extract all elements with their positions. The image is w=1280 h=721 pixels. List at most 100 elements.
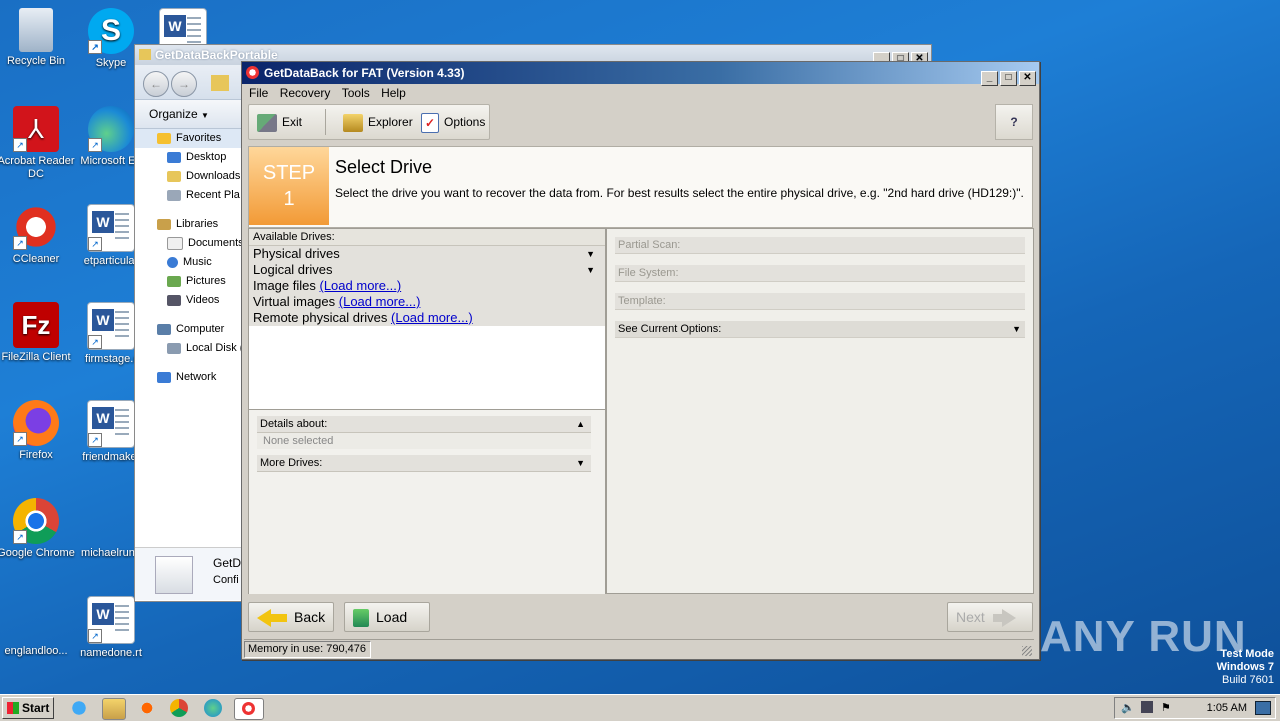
field-label: Partial Scan: xyxy=(618,239,681,251)
show-desktop-icon[interactable] xyxy=(1255,701,1271,715)
checklist-icon: ✓ xyxy=(421,112,439,133)
hard-drive-icon xyxy=(167,342,181,354)
menu-recovery[interactable]: Recovery xyxy=(280,86,331,100)
next-label: Next xyxy=(956,609,985,625)
start-label: Start xyxy=(22,701,50,715)
close-button[interactable]: ✕ xyxy=(1019,71,1036,86)
forward-arrow-icon[interactable]: → xyxy=(171,71,197,97)
nav-item-favorites[interactable]: Favorites xyxy=(135,129,243,148)
taskbar: Start 🔈 ⚑ 1:05 AM xyxy=(0,694,1280,721)
back-button[interactable]: Back xyxy=(248,602,334,632)
libraries-icon xyxy=(157,218,171,230)
desktop-icon-acrobat[interactable]: ⅄ ↗ Acrobat Reader DC xyxy=(0,106,76,181)
desktop-icon-label: englandloo... xyxy=(4,645,68,657)
explorer-taskbar-icon[interactable] xyxy=(102,698,126,720)
chrome-taskbar-icon[interactable] xyxy=(170,699,188,717)
flag-icon[interactable]: ⚑ xyxy=(1161,701,1171,714)
desktop-icon-label: friendmake. xyxy=(82,451,140,463)
details-about-header[interactable]: Details about: ▲ xyxy=(257,416,591,433)
file-system-field: File System: xyxy=(615,265,1025,282)
desktop-icon-recycle-bin[interactable]: Recycle Bin xyxy=(0,8,76,68)
edge-taskbar-icon[interactable] xyxy=(204,699,222,717)
load-more-link[interactable]: (Load more...) xyxy=(391,310,473,325)
nav-item-desktop[interactable]: Desktop xyxy=(135,148,243,167)
nav-item-libraries[interactable]: Libraries xyxy=(135,215,243,234)
network-tray-icon[interactable] xyxy=(1141,701,1153,713)
nav-label: Libraries xyxy=(176,218,219,230)
nav-item-local-disk[interactable]: Local Disk ( xyxy=(135,339,243,358)
exit-button[interactable]: Exit xyxy=(257,111,302,133)
nav-item-videos[interactable]: Videos xyxy=(135,291,243,310)
nav-label: Videos xyxy=(186,294,220,306)
system-tray: 🔈 ⚑ 1:05 AM xyxy=(1114,697,1276,719)
explorer-nav-tree: Favorites Desktop Downloads Recent Pla L… xyxy=(135,129,243,529)
desktop-icon-filezilla[interactable]: Fz FileZilla Client xyxy=(0,302,76,364)
partial-scan-field: Partial Scan: xyxy=(615,237,1025,254)
getdataback-taskbar-button[interactable] xyxy=(234,698,264,720)
chevron-down-icon: ▼ xyxy=(576,458,585,468)
nav-item-network[interactable]: Network xyxy=(135,368,243,387)
menu-file[interactable]: File xyxy=(249,86,268,100)
menu-help[interactable]: Help xyxy=(381,86,406,100)
maximize-button[interactable]: □ xyxy=(1000,71,1017,86)
more-drives-header[interactable]: More Drives: ▼ xyxy=(257,455,591,472)
load-more-link[interactable]: (Load more...) xyxy=(320,278,402,293)
app-titlebar[interactable]: GetDataBack for FAT (Version 4.33) _ □ ✕ xyxy=(242,62,1039,86)
explorer-details-pane: GetD Confi xyxy=(135,547,243,600)
nav-item-computer[interactable]: Computer xyxy=(135,320,243,339)
desktop-icon-englandloo[interactable]: englandloo... xyxy=(0,596,76,658)
getdataback-window[interactable]: GetDataBack for FAT (Version 4.33) _ □ ✕ F… xyxy=(241,61,1040,660)
minimize-button[interactable]: _ xyxy=(981,71,998,86)
desktop-icon-ccleaner[interactable]: ↗ CCleaner xyxy=(0,204,76,266)
physical-drives-item[interactable]: Physical drives ▼ xyxy=(249,246,605,262)
desktop-icon-label: Microsoft Ed xyxy=(80,155,142,167)
menu-tools[interactable]: Tools xyxy=(342,86,370,100)
nav-label: Downloads xyxy=(186,170,241,182)
desktop-icon-label: Google Chrome xyxy=(0,547,75,559)
next-button[interactable]: Next xyxy=(947,602,1033,632)
memory-status: Memory in use: 790,476 xyxy=(244,641,371,658)
desktop-icon-firefox[interactable]: ↗ Firefox xyxy=(0,400,76,462)
start-button[interactable]: Start xyxy=(2,697,54,719)
step-title: Select Drive xyxy=(335,157,433,177)
volume-icon[interactable]: 🔈 xyxy=(1121,701,1135,714)
field-label: See Current Options: xyxy=(618,323,722,335)
pictures-icon xyxy=(167,275,181,287)
image-files-item: Image files (Load more...) xyxy=(249,278,605,294)
help-button[interactable]: ? xyxy=(995,104,1033,140)
filezilla-icon: Fz xyxy=(13,302,59,348)
nav-label: Pictures xyxy=(186,275,226,287)
desktop-icon-namedone[interactable]: W ↗ namedone.rt xyxy=(71,596,151,660)
load-more-link[interactable]: (Load more...) xyxy=(339,294,421,309)
desktop-icon-chrome[interactable]: ↗ Google Chrome xyxy=(0,498,76,560)
drive-category-label: Logical drives xyxy=(253,262,333,277)
chevron-down-icon: ▼ xyxy=(201,111,209,120)
menu-bar: File Recovery Tools Help xyxy=(242,84,1039,102)
options-button[interactable]: ✓ Options xyxy=(421,111,485,133)
resize-grip-icon[interactable] xyxy=(1022,646,1032,656)
current-options-dropdown[interactable]: See Current Options: ▼ xyxy=(615,321,1025,338)
clock[interactable]: 1:05 AM xyxy=(1207,700,1247,716)
remote-drives-item: Remote physical drives (Load more...) xyxy=(249,310,605,326)
nav-item-documents[interactable]: Documents xyxy=(135,234,243,253)
nav-item-recent[interactable]: Recent Pla xyxy=(135,186,243,205)
desktop-icon-label: Acrobat Reader DC xyxy=(0,155,75,180)
back-arrow-icon[interactable]: ← xyxy=(143,71,169,97)
nav-item-pictures[interactable]: Pictures xyxy=(135,272,243,291)
nav-item-downloads[interactable]: Downloads xyxy=(135,167,243,186)
computer-icon xyxy=(157,323,171,335)
firefox-icon: ↗ xyxy=(13,400,59,446)
available-drives-header: Available Drives: xyxy=(249,229,605,246)
nav-label: Local Disk ( xyxy=(186,342,243,354)
field-label: Template: xyxy=(618,295,666,307)
ie-icon[interactable] xyxy=(68,698,90,718)
explorer-button[interactable]: Explorer xyxy=(343,111,413,133)
nav-label: Documents xyxy=(188,237,243,249)
logical-drives-item[interactable]: Logical drives ▼ xyxy=(249,262,605,278)
load-button[interactable]: Load xyxy=(344,602,430,632)
nav-item-music[interactable]: Music xyxy=(135,253,243,272)
organize-menu[interactable]: Organize xyxy=(149,107,198,121)
more-drives-label: More Drives: xyxy=(260,457,323,469)
media-player-icon[interactable] xyxy=(136,698,158,718)
